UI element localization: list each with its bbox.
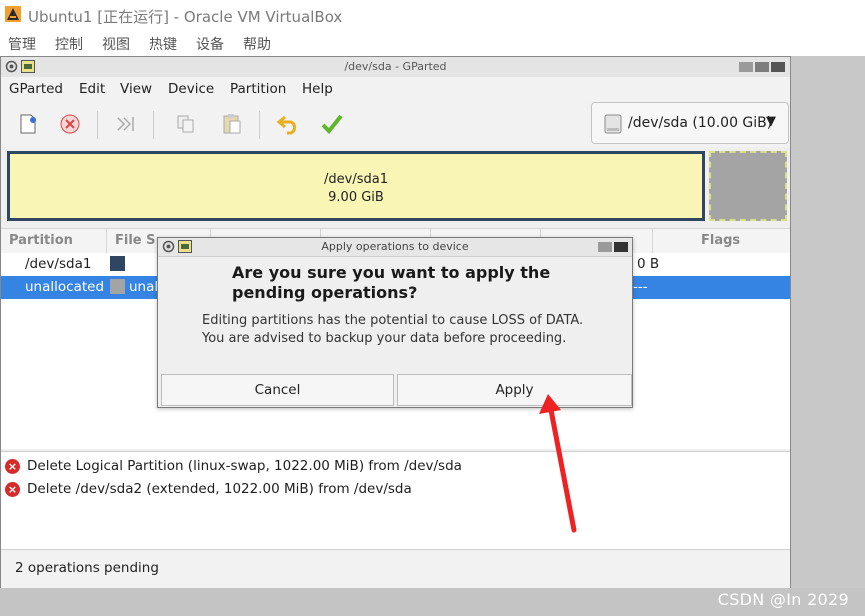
col-partition[interactable]: Partition xyxy=(1,229,107,253)
apply-all-button[interactable] xyxy=(319,111,345,137)
gparted-window-title: /dev/sda - GParted xyxy=(344,60,447,73)
minimize-button[interactable] xyxy=(739,62,753,72)
partition-map-sda1[interactable]: /dev/sda1 9.00 GiB xyxy=(7,151,705,221)
dialog-message-line: Editing partitions has the potential to … xyxy=(202,313,584,328)
dialog-message-line: You are advised to backup your data befo… xyxy=(202,331,567,346)
menu-devices[interactable]: 设备 xyxy=(196,34,224,54)
close-button[interactable] xyxy=(614,242,628,252)
delete-icon: × xyxy=(5,482,20,497)
virtualbox-titlebar: Ubuntu1 [正在运行] - Oracle VM VirtualBox xyxy=(0,0,865,30)
pending-operations-list: × Delete Logical Partition (linux-swap, … xyxy=(1,451,790,550)
row-tail-value: --- xyxy=(633,279,648,295)
resize-move-button[interactable] xyxy=(113,111,139,137)
menu-edit[interactable]: Edit xyxy=(79,81,105,97)
new-document-icon xyxy=(20,114,36,134)
delete-partition-button[interactable] xyxy=(57,111,83,137)
filesystem-label: unal xyxy=(129,279,159,295)
menu-device[interactable]: Device xyxy=(168,81,214,97)
virtualbox-menubar: 管理 控制 视图 热键 设备 帮助 xyxy=(0,30,865,56)
delete-icon xyxy=(60,114,80,134)
partition-name: unallocated xyxy=(25,279,105,295)
operation-text: Delete /dev/sda2 (extended, 1022.00 MiB)… xyxy=(27,481,412,497)
virtualbox-logo-icon xyxy=(5,6,21,22)
dialog-title: Apply operations to device xyxy=(321,240,469,253)
device-label: /dev/sda (10.00 GiB) xyxy=(628,115,773,131)
statusbar: 2 operations pending xyxy=(1,549,790,588)
map-partition-name: /dev/sda1 xyxy=(324,172,388,187)
disk-icon xyxy=(604,114,622,134)
dialog-heading: Are you sure you want to apply the pendi… xyxy=(232,263,551,302)
row-tail-value: 0 B xyxy=(637,256,660,272)
apply-button[interactable]: Apply xyxy=(397,374,632,406)
partition-map-unallocated[interactable] xyxy=(709,151,787,221)
menu-manage[interactable]: 管理 xyxy=(8,34,36,54)
gparted-titlebar: /dev/sda - GParted xyxy=(1,57,790,78)
status-text: 2 operations pending xyxy=(15,560,159,576)
paste-button[interactable] xyxy=(219,111,245,137)
maximize-button[interactable] xyxy=(598,242,612,252)
filesystem-color-swatch xyxy=(110,279,125,294)
cancel-button[interactable]: Cancel xyxy=(161,374,394,406)
dialog-titlebar: Apply operations to device xyxy=(158,238,632,257)
menu-help[interactable]: Help xyxy=(302,81,333,97)
copy-button[interactable] xyxy=(173,111,199,137)
vm-background xyxy=(791,56,865,616)
apply-operations-dialog: Apply operations to device Are you sure … xyxy=(157,237,633,408)
chevron-down-icon: ▼ xyxy=(766,114,776,129)
undo-button[interactable] xyxy=(276,111,302,137)
window-controls xyxy=(737,61,785,76)
copy-icon xyxy=(177,115,194,133)
menu-help[interactable]: 帮助 xyxy=(243,34,271,54)
menu-control[interactable]: 控制 xyxy=(55,34,83,54)
dialog-message: Editing partitions has the potential to … xyxy=(202,312,622,348)
close-button[interactable] xyxy=(771,62,785,72)
operation-text: Delete Logical Partition (linux-swap, 10… xyxy=(27,458,462,474)
filesystem-color-swatch xyxy=(110,256,125,271)
resize-icon xyxy=(117,117,134,131)
maximize-button[interactable] xyxy=(755,62,769,72)
menu-view[interactable]: 视图 xyxy=(102,34,130,54)
undo-icon xyxy=(277,115,297,135)
col-flags[interactable]: Flags xyxy=(653,229,790,253)
checkmark-icon xyxy=(321,114,343,134)
map-partition-size: 9.00 GiB xyxy=(328,190,384,205)
menu-view[interactable]: View xyxy=(120,81,152,97)
window-title: Ubuntu1 [正在运行] - Oracle VM VirtualBox xyxy=(28,8,343,26)
gparted-menubar: GParted Edit View Device Partition Help xyxy=(1,77,790,101)
menu-partition[interactable]: Partition xyxy=(230,81,286,97)
device-selector[interactable]: /dev/sda (10.00 GiB) ▼ xyxy=(591,102,789,144)
dialog-window-controls xyxy=(596,241,628,256)
menu-hotkeys[interactable]: 热键 xyxy=(149,34,177,54)
new-partition-button[interactable] xyxy=(15,111,41,137)
partition-name: /dev/sda1 xyxy=(25,256,92,272)
menu-gparted[interactable]: GParted xyxy=(9,81,63,97)
watermark: CSDN @In 2029 xyxy=(717,590,849,609)
paste-icon xyxy=(223,114,241,134)
delete-icon: × xyxy=(5,459,20,474)
